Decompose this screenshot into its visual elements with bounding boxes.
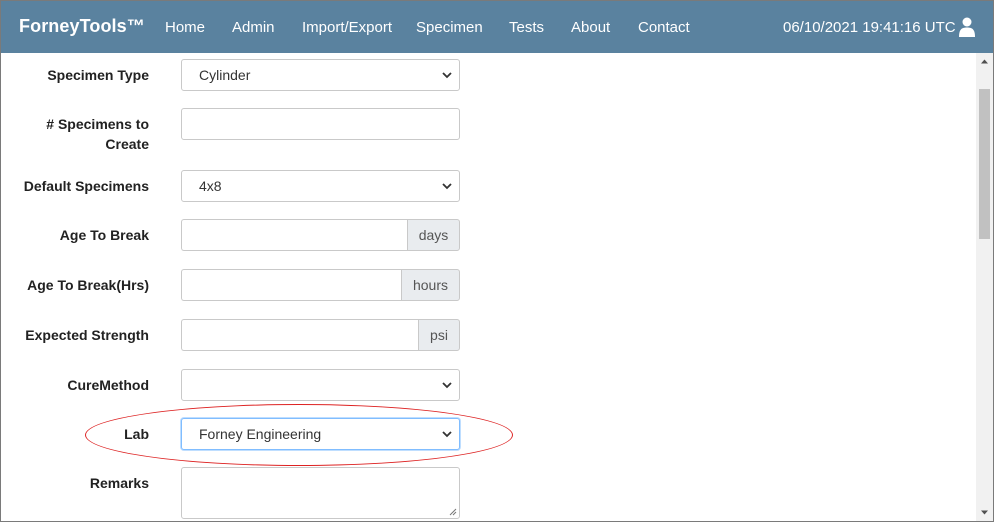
age-to-break-unit: days [407, 219, 460, 251]
nav-contact[interactable]: Contact [638, 19, 690, 36]
scroll-up-arrow-icon[interactable] [980, 57, 989, 66]
specimen-type-label: Specimen Type [47, 67, 149, 83]
resize-handle-icon[interactable] [449, 508, 457, 516]
specimen-type-value: Cylinder [199, 67, 251, 83]
expected-strength-unit: psi [418, 319, 460, 351]
brand-logo[interactable]: ForneyTools™ [19, 16, 145, 37]
specimens-to-create-label-line1: # Specimens to [46, 116, 149, 132]
remarks-label: Remarks [89, 475, 149, 491]
age-to-break-hrs-label: Age To Break(Hrs) [27, 277, 149, 293]
default-specimens-value: 4x8 [199, 178, 222, 194]
expected-strength-label: Expected Strength [25, 327, 149, 343]
chevron-down-icon [442, 72, 452, 79]
vertical-scrollbar[interactable] [976, 53, 993, 521]
default-specimens-select[interactable]: 4x8 [181, 170, 460, 202]
nav-import-export[interactable]: Import/Export [302, 19, 392, 36]
user-icon[interactable] [959, 17, 975, 37]
server-datetime: 06/10/2021 19:41:16 UTC [783, 19, 956, 36]
nav-tests[interactable]: Tests [509, 19, 544, 36]
app-window: ForneyTools™ Home Admin Import/Export Sp… [0, 0, 994, 522]
cure-method-select[interactable] [181, 369, 460, 401]
remarks-textarea[interactable] [181, 467, 460, 519]
age-to-break-label: Age To Break [59, 227, 149, 243]
expected-strength-group: psi [181, 319, 460, 351]
nav-specimen[interactable]: Specimen [416, 19, 483, 36]
scrollbar-thumb[interactable] [979, 89, 990, 239]
age-to-break-input[interactable] [181, 219, 407, 251]
nav-about[interactable]: About [571, 19, 610, 36]
age-to-break-hrs-group: hours [181, 269, 460, 301]
specimens-to-create-label: # Specimens to Create [46, 114, 149, 154]
age-to-break-hrs-input[interactable] [181, 269, 401, 301]
default-specimens-label: Default Specimens [23, 178, 149, 194]
age-to-break-group: days [181, 219, 460, 251]
specimen-type-select[interactable]: Cylinder [181, 59, 460, 91]
top-navbar: ForneyTools™ Home Admin Import/Export Sp… [1, 1, 993, 53]
lab-highlight-annotation [85, 404, 513, 466]
scroll-down-arrow-icon[interactable] [980, 508, 989, 517]
nav-admin[interactable]: Admin [232, 19, 275, 36]
age-to-break-hrs-unit: hours [401, 269, 460, 301]
chevron-down-icon [442, 183, 452, 190]
chevron-down-icon [442, 382, 452, 389]
nav-home[interactable]: Home [165, 19, 205, 36]
specimens-to-create-input[interactable] [181, 108, 460, 140]
specimens-to-create-label-line2: Create [105, 136, 149, 152]
cure-method-label: CureMethod [67, 377, 149, 393]
expected-strength-input[interactable] [181, 319, 418, 351]
